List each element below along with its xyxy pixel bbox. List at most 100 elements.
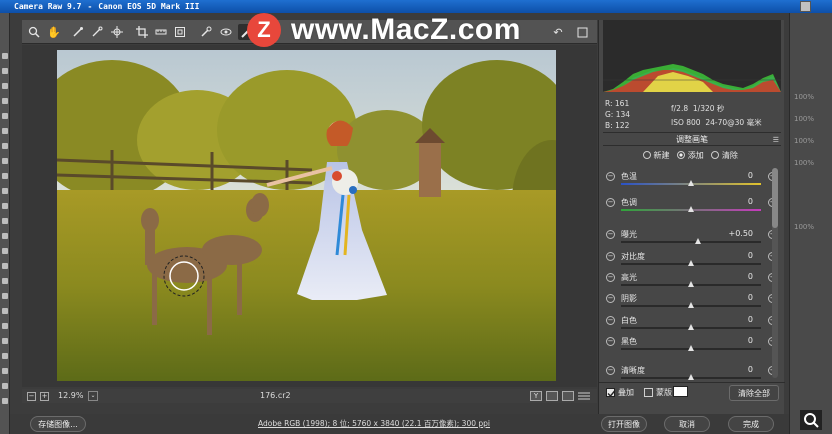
y-view-icon[interactable]: Y (530, 391, 542, 401)
ps-tool-icon[interactable] (2, 278, 8, 284)
photoshop-tools-strip (0, 13, 10, 434)
ps-tool-icon[interactable] (2, 308, 8, 314)
slider-thumb[interactable] (688, 374, 694, 380)
slider-thumb[interactable] (688, 324, 694, 330)
mask-color-swatch[interactable] (673, 386, 688, 397)
mode-clear-radio[interactable] (711, 151, 720, 159)
done-button[interactable]: 完成 (728, 416, 774, 432)
slider-value[interactable]: 0 (713, 251, 753, 260)
slider-value[interactable]: 0 (713, 365, 753, 374)
ps-tool-icon[interactable] (2, 398, 8, 404)
white-balance-icon[interactable] (70, 24, 86, 40)
overlay-checkbox[interactable] (606, 388, 616, 398)
slider-row: −高光0+ (603, 269, 781, 290)
ps-tool-icon[interactable] (2, 353, 8, 359)
cancel-button[interactable]: 取消 (664, 416, 710, 432)
slider-track[interactable] (621, 241, 761, 243)
swap-settings-icon[interactable] (562, 391, 574, 401)
mode-new-radio[interactable] (643, 151, 651, 159)
ps-tool-icon[interactable] (2, 263, 8, 269)
slider-value[interactable]: 0 (713, 197, 753, 206)
slider-decrement-icon[interactable]: − (606, 294, 615, 303)
slider-decrement-icon[interactable]: − (606, 172, 615, 181)
ps-tool-icon[interactable] (2, 83, 8, 89)
fullscreen-icon[interactable] (574, 24, 590, 40)
slider-value[interactable]: 0 (713, 272, 753, 281)
ps-zoom-row: 100% (794, 93, 815, 101)
slider-thumb[interactable] (695, 238, 701, 244)
ps-tool-icon[interactable] (2, 173, 8, 179)
transform-icon[interactable] (172, 24, 188, 40)
search-icon[interactable] (800, 410, 822, 430)
mode-new-label: 新建 (653, 151, 670, 160)
slider-thumb[interactable] (688, 180, 694, 186)
ps-tool-icon[interactable] (2, 323, 8, 329)
slider-decrement-icon[interactable]: − (606, 316, 615, 325)
panel-scroll-thumb[interactable] (772, 168, 778, 228)
ps-tool-icon[interactable] (2, 128, 8, 134)
slider-value[interactable]: +0.50 (713, 229, 753, 238)
slider-value[interactable]: 0 (713, 315, 753, 324)
ps-tool-icon[interactable] (2, 98, 8, 104)
window-title-camera: Canon EOS 5D Mark III (98, 2, 200, 11)
ps-tool-icon[interactable] (2, 218, 8, 224)
ps-tool-icon[interactable] (2, 383, 8, 389)
slider-decrement-icon[interactable]: − (606, 337, 615, 346)
panel-menu-icon[interactable]: ☰ (773, 136, 779, 144)
bottom-action-bar: 存储图像... Adobe RGB (1998); 8 位; 5760 x 38… (10, 414, 789, 434)
close-window-button[interactable] (800, 1, 811, 12)
zoom-out-button[interactable]: − (27, 392, 36, 401)
ps-tool-icon[interactable] (2, 68, 8, 74)
rotate-left-icon[interactable]: ↶ (550, 24, 566, 40)
red-eye-icon[interactable] (218, 24, 234, 40)
slider-value[interactable]: 0 (713, 293, 753, 302)
workflow-options-link[interactable]: Adobe RGB (1998); 8 位; 5760 x 3840 (22.1… (258, 418, 490, 429)
before-after-icon[interactable] (546, 391, 558, 401)
ps-tool-icon[interactable] (2, 203, 8, 209)
mode-clear-label: 清除 (721, 151, 738, 160)
zoom-in-button[interactable]: + (40, 392, 49, 401)
ps-tool-icon[interactable] (2, 293, 8, 299)
ps-tool-icon[interactable] (2, 143, 8, 149)
straighten-icon[interactable] (153, 24, 169, 40)
open-image-button[interactable]: 打开图像 (601, 416, 647, 432)
settings-toggle-icon[interactable] (578, 391, 590, 401)
slider-thumb[interactable] (688, 302, 694, 308)
slider-thumb[interactable] (688, 260, 694, 266)
crop-icon[interactable] (134, 24, 150, 40)
slider-value[interactable]: 0 (713, 336, 753, 345)
slider-decrement-icon[interactable]: − (606, 366, 615, 375)
slider-decrement-icon[interactable]: − (606, 198, 615, 207)
hand-icon[interactable]: ✋ (46, 24, 62, 40)
slider-decrement-icon[interactable]: − (606, 273, 615, 282)
slider-thumb[interactable] (688, 206, 694, 212)
slider-thumb[interactable] (688, 345, 694, 351)
slider-label: 色温 (621, 172, 637, 181)
target-adjust-icon[interactable] (109, 24, 125, 40)
spot-removal-icon[interactable] (198, 24, 214, 40)
ps-tool-icon[interactable] (2, 248, 8, 254)
color-sampler-icon[interactable] (89, 24, 105, 40)
r-label: R: (605, 99, 613, 108)
mode-add-radio[interactable] (677, 151, 686, 159)
slider-thumb[interactable] (688, 281, 694, 287)
ps-tool-icon[interactable] (2, 188, 8, 194)
ps-tool-icon[interactable] (2, 233, 8, 239)
ps-tool-icon[interactable] (2, 113, 8, 119)
slider-value[interactable]: 0 (713, 171, 753, 180)
ps-tool-icon[interactable] (2, 338, 8, 344)
ps-tool-icon[interactable] (2, 368, 8, 374)
panel-scrollbar[interactable] (772, 168, 778, 378)
ps-tool-icon[interactable] (2, 53, 8, 59)
slider-decrement-icon[interactable]: − (606, 230, 615, 239)
zoom-icon[interactable] (26, 24, 42, 40)
ps-tool-icon[interactable] (2, 158, 8, 164)
clear-all-button[interactable]: 清除全部 (729, 385, 779, 401)
preview-photo[interactable] (57, 50, 556, 381)
adjustment-panel: R: 161 G: 134 B: 122 f/2.8 1/320 秒 ISO 8… (598, 20, 785, 414)
mask-checkbox[interactable] (644, 388, 653, 397)
lens-text: 24-70@30 毫米 (705, 118, 762, 127)
zoom-dropdown[interactable]: ⌄ (88, 391, 98, 401)
slider-decrement-icon[interactable]: − (606, 252, 615, 261)
save-image-button[interactable]: 存储图像... (30, 416, 86, 432)
